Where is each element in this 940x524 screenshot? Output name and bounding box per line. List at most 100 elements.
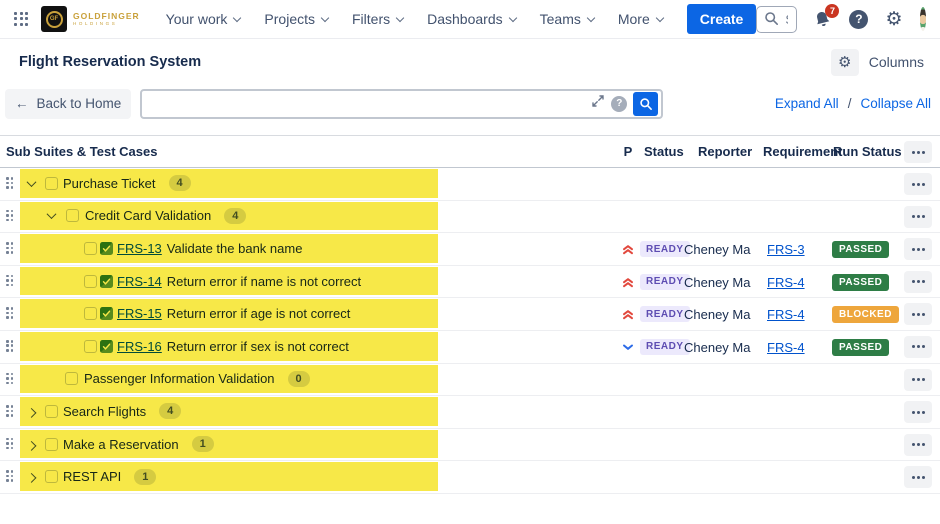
row-checkbox[interactable]: [84, 340, 97, 353]
priority-highest-icon: [620, 242, 636, 256]
brand-logo[interactable]: GF GOLDFINGER HOLDINGS: [41, 6, 140, 32]
suite-label[interactable]: Make a Reservation: [63, 437, 179, 452]
suite-label[interactable]: Search Flights: [63, 404, 146, 419]
row-more-menu-button[interactable]: [904, 303, 932, 325]
chevron-down-icon: [396, 13, 404, 21]
suite-label[interactable]: Passenger Information Validation: [84, 371, 275, 386]
chevron-down-icon: [656, 13, 664, 21]
expand-editor-icon[interactable]: [591, 94, 605, 113]
gear-icon: ⚙: [838, 55, 851, 70]
row-more-menu-button[interactable]: [904, 238, 932, 260]
create-button[interactable]: Create: [687, 4, 757, 34]
logo-monogram: GF: [46, 11, 63, 28]
row-checkbox[interactable]: [45, 470, 58, 483]
row-more-menu-button[interactable]: [904, 401, 932, 423]
ellipsis-icon: [917, 411, 920, 414]
header-more-menu-button[interactable]: [904, 141, 932, 163]
row-checkbox[interactable]: [45, 405, 58, 418]
ellipsis-icon: [917, 151, 920, 154]
test-label[interactable]: Return error if sex is not correct: [167, 339, 349, 354]
status-badge: READY: [640, 339, 690, 355]
collapse-toggle[interactable]: [46, 212, 57, 219]
row-checkbox[interactable]: [66, 209, 79, 222]
test-key-link[interactable]: FRS-16: [117, 339, 162, 354]
notification-count-badge: 7: [825, 4, 839, 18]
test-label[interactable]: Validate the bank name: [167, 241, 303, 256]
reporter-name: Cheney Ma: [684, 275, 750, 290]
ellipsis-icon: [917, 345, 920, 348]
row-checkbox[interactable]: [45, 438, 58, 451]
requirement-link[interactable]: FRS-3: [767, 242, 805, 257]
collapse-all-link[interactable]: Collapse All: [860, 96, 931, 111]
suite-row-credit-card-validation: Credit Card Validation 4: [0, 201, 940, 234]
table-settings-button[interactable]: ⚙: [831, 49, 859, 76]
suite-label[interactable]: Credit Card Validation: [85, 208, 211, 223]
test-label[interactable]: Return error if age is not correct: [167, 306, 351, 321]
row-checkbox[interactable]: [84, 275, 97, 288]
test-count-badge: 0: [288, 371, 310, 387]
columns-button[interactable]: Columns: [869, 54, 924, 70]
test-key-link[interactable]: FRS-13: [117, 241, 162, 256]
expand-toggle[interactable]: [26, 441, 37, 448]
global-search: [756, 6, 797, 33]
nav-item-projects[interactable]: Projects: [264, 11, 328, 27]
row-more-menu-button[interactable]: [904, 173, 932, 195]
test-key-link[interactable]: FRS-14: [117, 274, 162, 289]
row-checkbox[interactable]: [65, 372, 78, 385]
nav-item-teams[interactable]: Teams: [540, 11, 594, 27]
user-avatar[interactable]: [920, 7, 926, 31]
chevron-down-icon: [508, 13, 516, 21]
collapse-toggle[interactable]: [26, 180, 37, 187]
chevron-down-icon: [27, 177, 37, 187]
chevron-down-icon: [47, 210, 57, 220]
syntax-help-icon[interactable]: ?: [611, 96, 627, 112]
row-checkbox[interactable]: [84, 242, 97, 255]
requirement-link[interactable]: FRS-4: [767, 307, 805, 322]
test-label[interactable]: Return error if name is not correct: [167, 274, 361, 289]
row-checkbox[interactable]: [84, 307, 97, 320]
page-title: Flight Reservation System: [19, 54, 201, 70]
ellipsis-icon: [917, 378, 920, 381]
requirement-link[interactable]: FRS-4: [767, 275, 805, 290]
help-button[interactable]: ?: [849, 10, 868, 29]
nav-item-more[interactable]: More: [618, 11, 663, 27]
test-key-link[interactable]: FRS-15: [117, 306, 162, 321]
settings-button[interactable]: ⚙: [885, 10, 902, 29]
expand-toggle[interactable]: [26, 473, 37, 480]
logo-mark-icon: GF: [41, 6, 67, 32]
reporter-name: Cheney Ma: [684, 242, 750, 257]
column-header-requirement: Requirement: [763, 144, 842, 159]
chevron-down-icon: [233, 13, 241, 21]
row-more-menu-button[interactable]: [904, 434, 932, 456]
test-count-badge: 4: [169, 175, 191, 191]
chevron-down-icon: [321, 13, 329, 21]
run-status-badge: PASSED: [832, 241, 889, 258]
test-case-icon: [100, 275, 113, 288]
requirement-link[interactable]: FRS-4: [767, 340, 805, 355]
row-checkbox[interactable]: [45, 177, 58, 190]
row-more-menu-button[interactable]: [904, 466, 932, 488]
row-more-menu-button[interactable]: [904, 206, 932, 228]
status-badge: READY: [640, 241, 690, 257]
row-more-menu-button[interactable]: [904, 336, 932, 358]
filter-search-button[interactable]: [633, 92, 658, 116]
column-header-tree: Sub Suites & Test Cases: [6, 144, 157, 159]
test-case-icon: [100, 307, 113, 320]
page-header: Flight Reservation System ⚙ Columns: [0, 39, 940, 85]
app-switcher-icon[interactable]: [14, 12, 29, 27]
row-more-menu-button[interactable]: [904, 369, 932, 391]
row-more-menu-button[interactable]: [904, 271, 932, 293]
filter-search-input[interactable]: [142, 91, 591, 117]
nav-item-filters[interactable]: Filters: [352, 11, 403, 27]
suite-label[interactable]: Purchase Ticket: [63, 176, 156, 191]
suite-row-search-flights: Search Flights 4: [0, 396, 940, 429]
table-header: Sub Suites & Test Cases P Status Reporte…: [0, 136, 940, 168]
nav-item-dashboards[interactable]: Dashboards: [427, 11, 516, 27]
nav-item-your-work[interactable]: Your work: [166, 11, 241, 27]
back-to-home-button[interactable]: ← Back to Home: [5, 89, 131, 119]
ellipsis-icon: [917, 215, 920, 218]
expand-all-link[interactable]: Expand All: [775, 96, 839, 111]
expand-toggle[interactable]: [26, 408, 37, 415]
suite-label[interactable]: REST API: [63, 469, 121, 484]
notifications-button[interactable]: 7: [813, 10, 832, 29]
